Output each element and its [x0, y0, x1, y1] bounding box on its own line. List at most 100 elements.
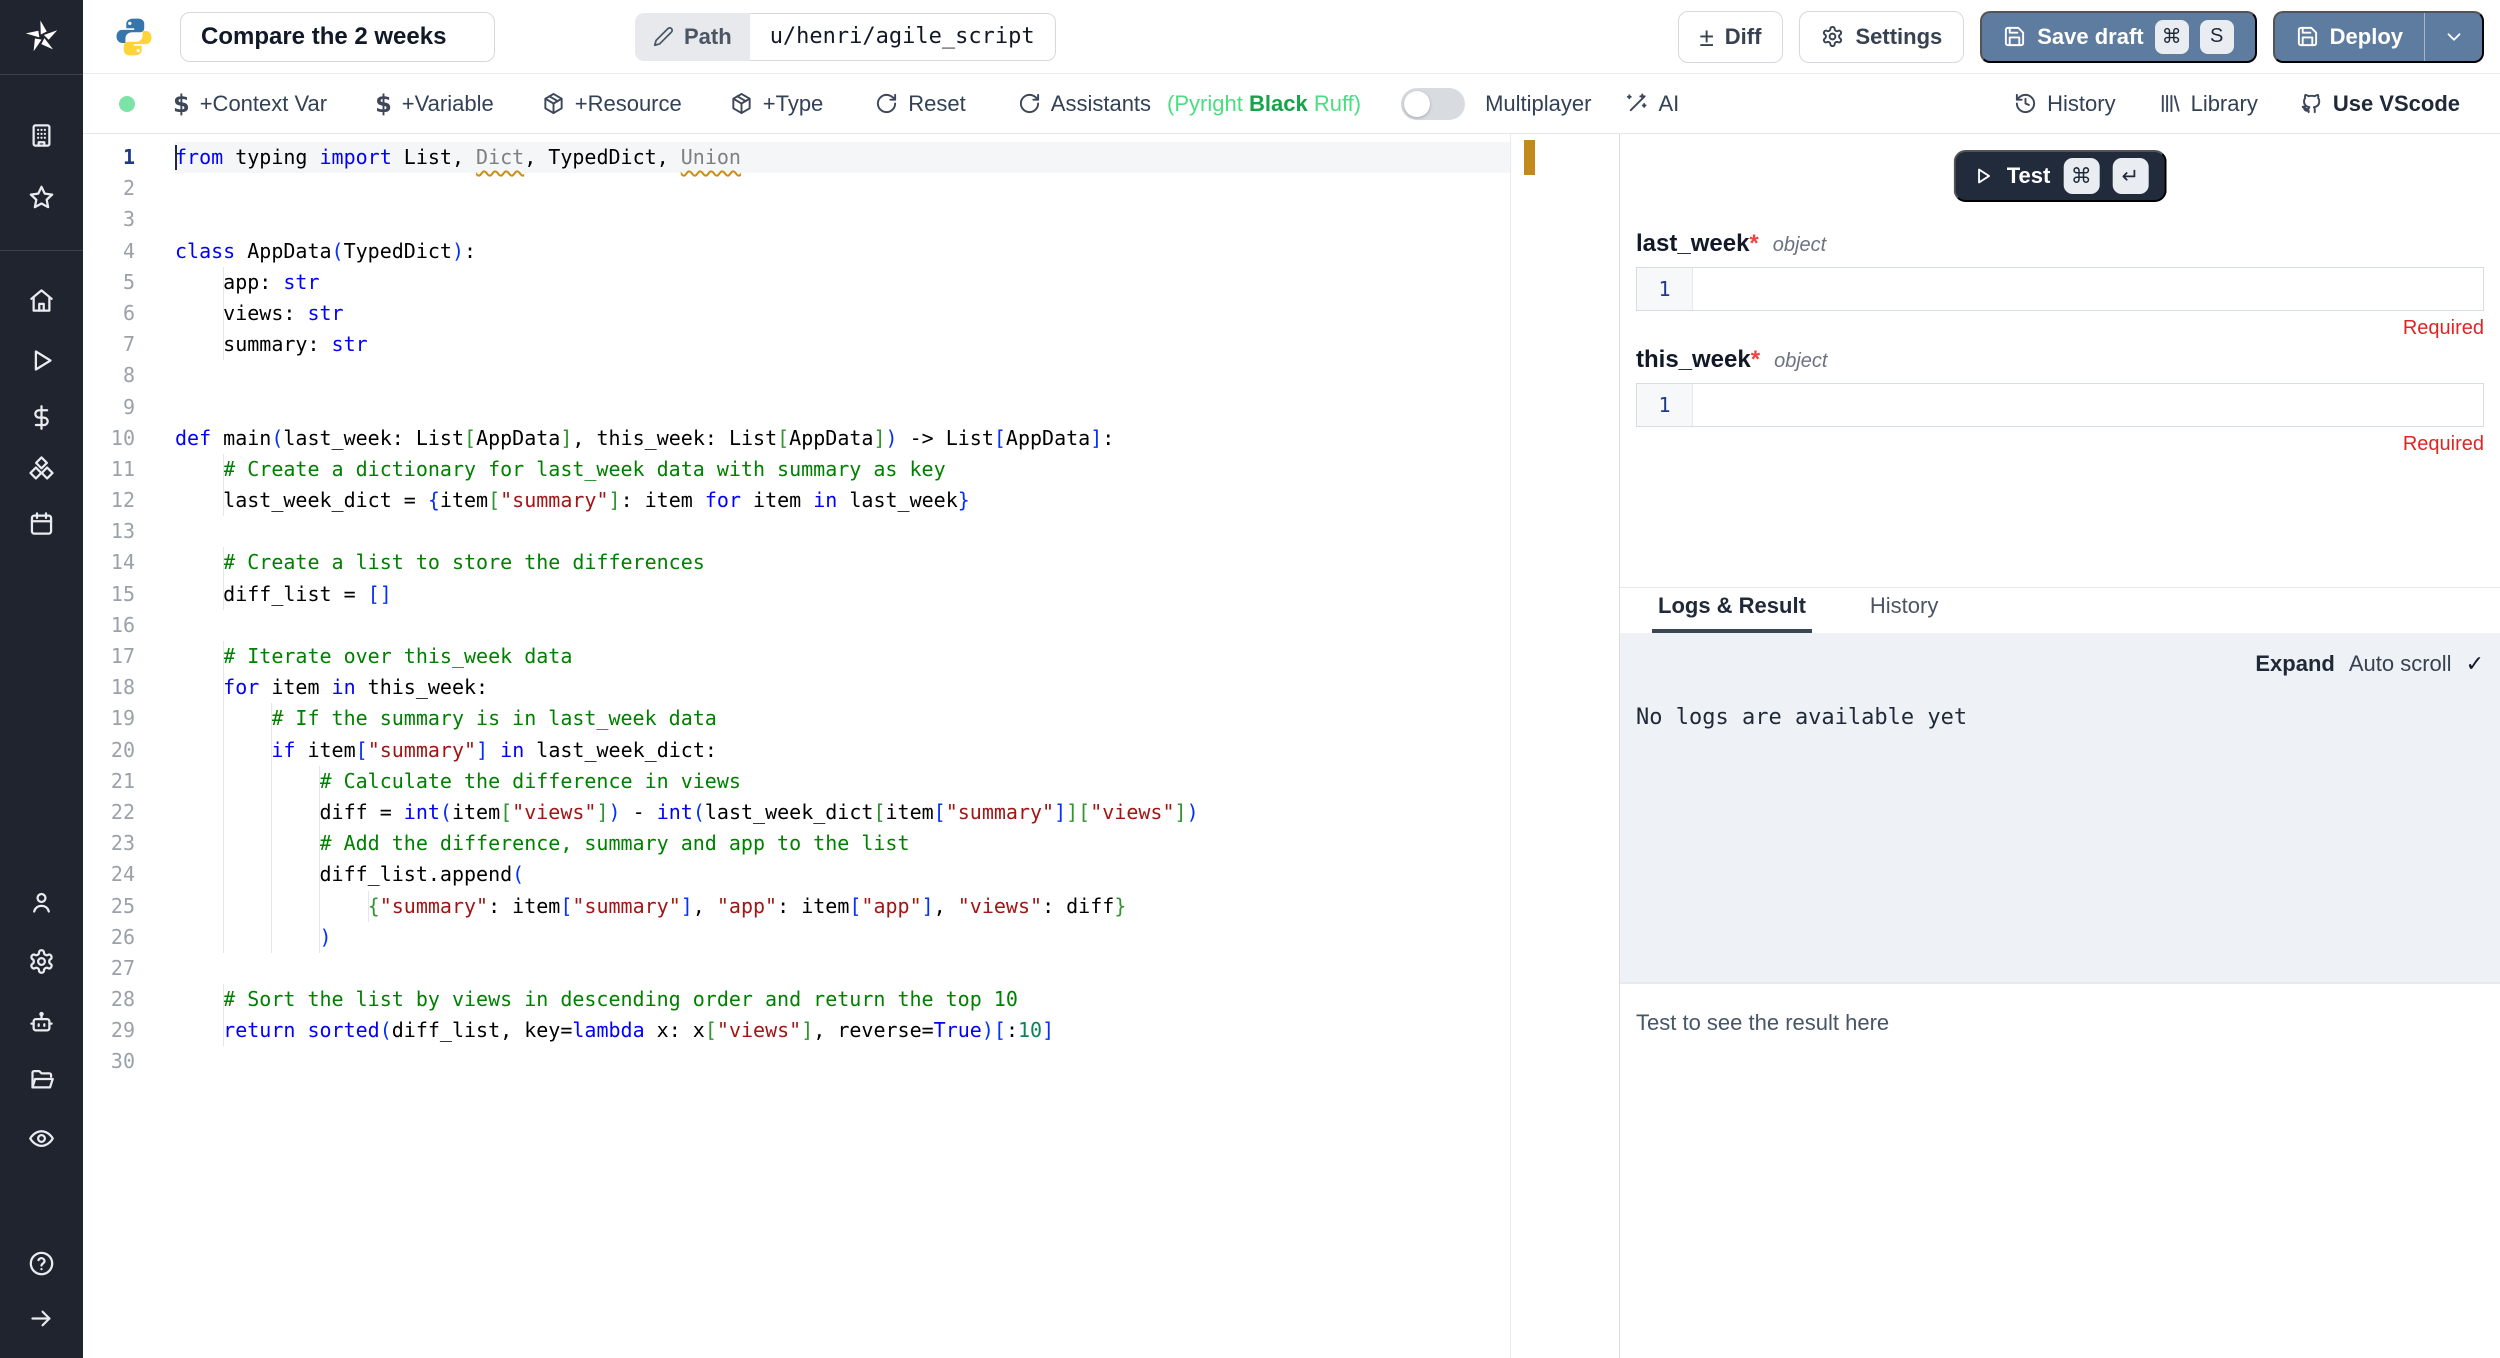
mini-editor-content[interactable] — [1693, 268, 2483, 310]
indent-guide — [271, 766, 272, 797]
sidebar-item-schedules[interactable] — [0, 498, 83, 548]
indent-guide — [223, 454, 224, 485]
arg-last-week: last_week* object 1 Required — [1636, 230, 2484, 340]
dollar-icon: $ — [375, 90, 392, 118]
code-line: diff_list.append( — [175, 859, 1510, 890]
sidebar-item-resources[interactable] — [0, 443, 83, 493]
history-button[interactable]: History — [2014, 91, 2115, 117]
package-icon — [730, 92, 753, 115]
assistants-button[interactable]: Assistants — [1018, 91, 1151, 117]
gear-icon — [28, 948, 55, 975]
indent-guide — [223, 797, 224, 828]
lint-status[interactable]: (Pyright Black Ruff) — [1167, 91, 1361, 117]
sidebar-item-workers[interactable] — [0, 997, 83, 1047]
code-line: last_week_dict = {item["summary"]: item … — [175, 485, 1510, 516]
line-number: 14 — [83, 547, 175, 578]
line-number: 5 — [83, 267, 175, 298]
header-actions: ± Diff Settings Save draft ⌘ S Deploy — [1678, 11, 2500, 63]
line-number: 19 — [83, 703, 175, 734]
sidebar-item-help[interactable] — [0, 1238, 83, 1288]
deploy-dropdown-button[interactable] — [2424, 13, 2482, 61]
arg-this-week-input[interactable]: 1 — [1636, 383, 2484, 427]
indent-guide — [223, 641, 224, 672]
library-button[interactable]: Library — [2158, 91, 2258, 117]
arg-this-week: this_week* object 1 Required — [1636, 346, 2484, 456]
indent-guide — [223, 579, 224, 610]
path-group: Path u/henri/agile_script — [635, 13, 1056, 61]
line-number: 23 — [83, 828, 175, 859]
diff-button[interactable]: ± Diff — [1678, 11, 1784, 63]
tab-history[interactable]: History — [1864, 593, 1944, 633]
wand-sparkles-icon — [1625, 92, 1648, 115]
pencil-icon — [653, 26, 674, 47]
play-icon — [1972, 165, 1994, 187]
check-icon: ✓ — [2466, 651, 2484, 677]
code-line: class AppData(TypedDict): — [175, 236, 1510, 267]
code-line: from typing import List, Dict, TypedDict… — [175, 142, 1510, 173]
diff-label: Diff — [1725, 24, 1762, 50]
sidebar-item-audit-logs[interactable] — [0, 1113, 83, 1163]
sidebar-item-variables[interactable] — [0, 392, 83, 442]
path-edit-button[interactable]: Path — [635, 13, 750, 61]
save-draft-button[interactable]: Save draft ⌘ S — [1980, 11, 2256, 63]
sidebar-item-settings[interactable] — [0, 936, 83, 986]
python-logo-icon — [113, 16, 155, 58]
line-number: 15 — [83, 579, 175, 610]
settings-button[interactable]: Settings — [1799, 11, 1964, 63]
sidebar-item-favorites[interactable] — [0, 172, 83, 222]
autoscroll-toggle[interactable]: Auto scroll — [2349, 651, 2452, 677]
line-number: 27 — [83, 953, 175, 984]
arg-last-week-input[interactable]: 1 — [1636, 267, 2484, 311]
use-vscode-button[interactable]: Use VScode — [2300, 91, 2460, 117]
code-line: # Calculate the difference in views — [175, 766, 1510, 797]
indent-guide — [319, 766, 320, 797]
history-clock-icon — [2014, 92, 2037, 115]
sidebar-item-expand[interactable] — [0, 1293, 83, 1343]
line-number: 8 — [83, 360, 175, 391]
code-line: diff = int(item["views"]) - int(last_wee… — [175, 797, 1510, 828]
multiplayer-toggle[interactable] — [1401, 88, 1465, 120]
ai-button[interactable]: AI — [1625, 91, 1679, 117]
indent-guide — [223, 891, 224, 922]
code-line: summary: str — [175, 329, 1510, 360]
add-variable-button[interactable]: $ +Variable — [375, 90, 494, 118]
reset-button[interactable]: Reset — [875, 91, 965, 117]
indent-guide — [271, 797, 272, 828]
code-lines[interactable]: from typing import List, Dict, TypedDict… — [175, 142, 1510, 1078]
history-label: History — [2047, 91, 2115, 117]
line-number: 18 — [83, 672, 175, 703]
indent-guide — [319, 891, 320, 922]
windmill-logo[interactable] — [0, 10, 83, 62]
indent-guide — [223, 1015, 224, 1046]
deploy-button[interactable]: Deploy — [2273, 11, 2484, 63]
sidebar-item-home[interactable] — [0, 275, 83, 325]
script-title-input[interactable]: Compare the 2 weeks — [180, 12, 495, 62]
path-label: Path — [684, 24, 732, 50]
code-line: # Add the difference, summary and app to… — [175, 828, 1510, 859]
arg-name: last_week* — [1636, 230, 1759, 258]
ai-label: AI — [1658, 91, 1679, 117]
editor-overview-ruler[interactable] — [1510, 134, 1536, 1358]
expand-button[interactable]: Expand — [2255, 651, 2334, 677]
add-context-var-button[interactable]: $ +Context Var — [173, 90, 327, 118]
sidebar-item-users[interactable] — [0, 877, 83, 927]
add-type-button[interactable]: +Type — [730, 91, 824, 117]
add-resource-button[interactable]: +Resource — [542, 91, 682, 117]
arg-type: object — [1773, 234, 1826, 257]
sidebar-item-folders[interactable] — [0, 1054, 83, 1104]
sidebar-item-workspace[interactable] — [0, 110, 83, 160]
sidebar-divider — [0, 250, 83, 251]
calendar-icon — [28, 510, 55, 537]
mini-editor-content[interactable] — [1693, 384, 2483, 426]
path-value[interactable]: u/henri/agile_script — [750, 13, 1056, 61]
result-tabs: Logs & Result History — [1620, 587, 2500, 633]
line-numbers: 1234567891011121314151617181920212223242… — [83, 142, 175, 1078]
indent-guide — [319, 797, 320, 828]
sidebar-item-runs[interactable] — [0, 335, 83, 385]
toolbar-right-group: History Library Use VScode — [2014, 91, 2500, 117]
code-editor[interactable]: 1234567891011121314151617181920212223242… — [83, 134, 1536, 1358]
tab-logs-result[interactable]: Logs & Result — [1652, 593, 1812, 633]
code-line — [175, 610, 1510, 641]
test-button[interactable]: Test ⌘ ↵ — [1954, 150, 2167, 202]
line-number: 2 — [83, 173, 175, 204]
